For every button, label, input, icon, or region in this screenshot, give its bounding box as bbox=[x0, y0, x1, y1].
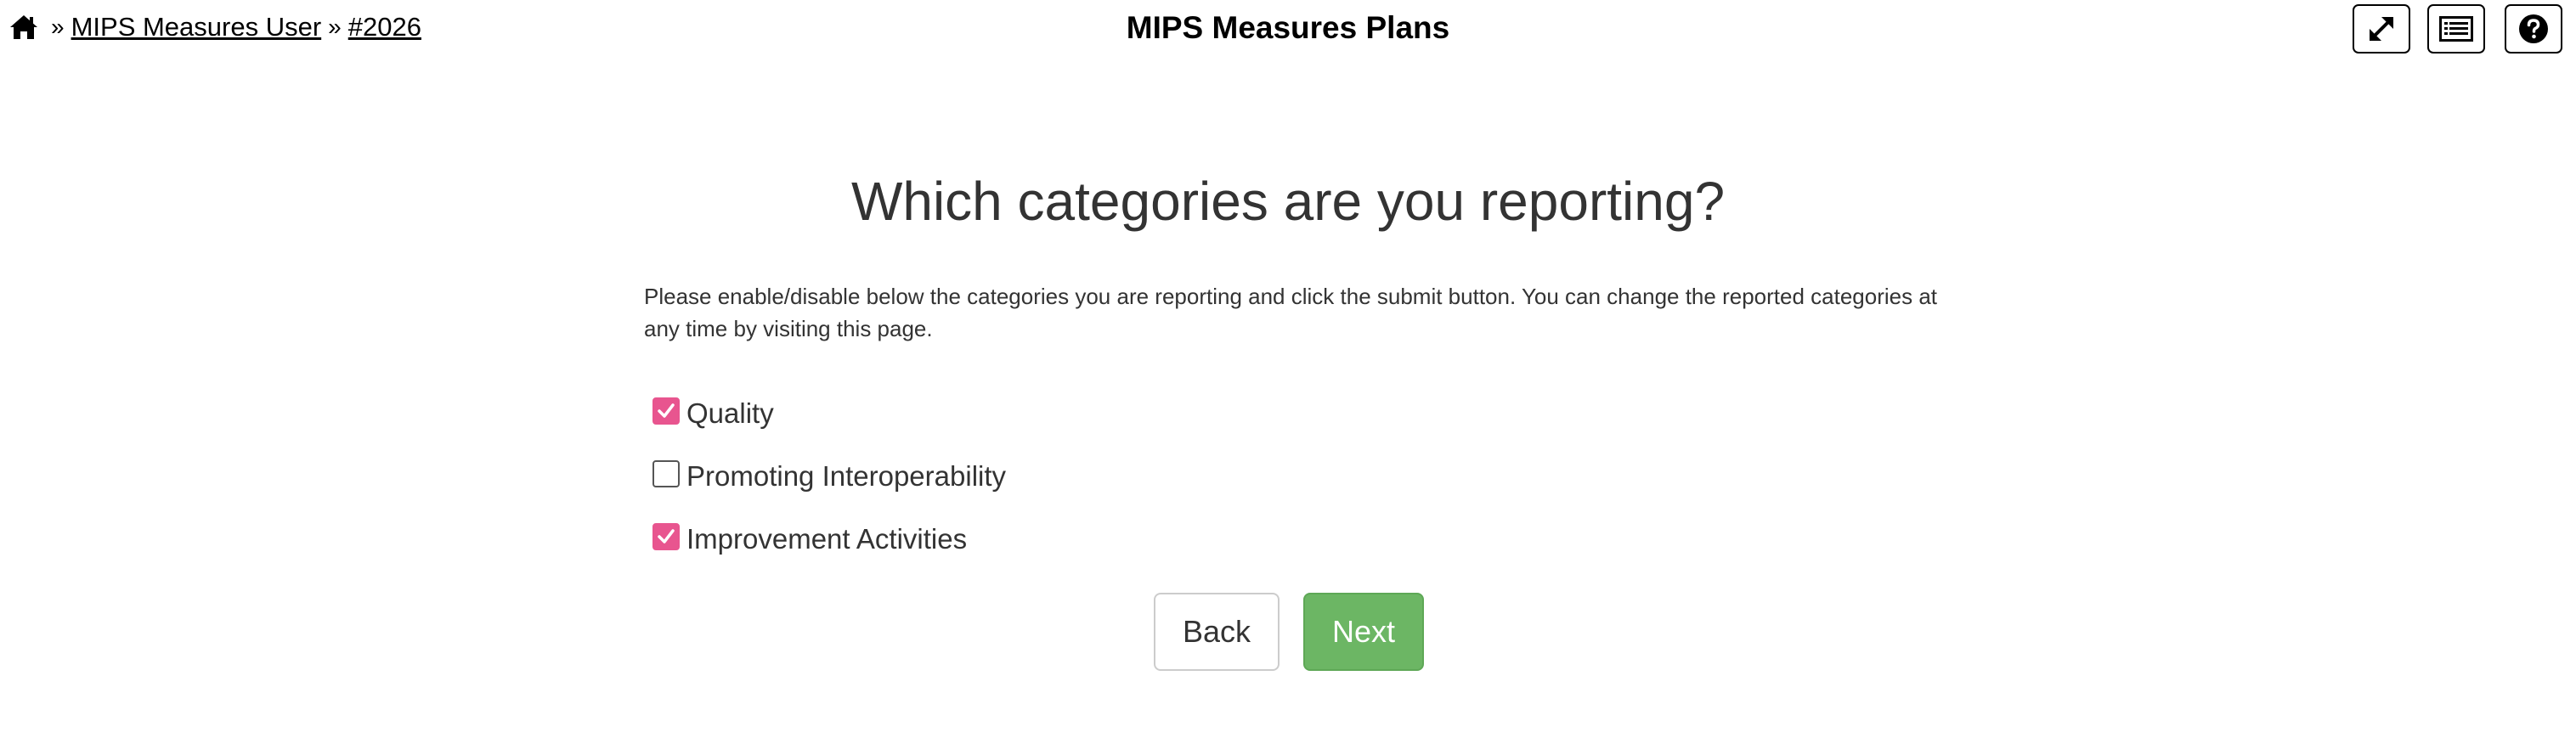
category-option-quality[interactable]: Quality bbox=[652, 392, 1006, 455]
breadcrumb: » MIPS Measures User » #2026 bbox=[8, 12, 421, 42]
top-bar: » MIPS Measures User » #2026 MIPS Measur… bbox=[0, 0, 2576, 68]
promoting-interoperability-checkbox[interactable] bbox=[652, 460, 680, 487]
category-option-improvement-activities[interactable]: Improvement Activities bbox=[652, 518, 1006, 581]
breadcrumb-link-user[interactable]: MIPS Measures User bbox=[71, 12, 322, 42]
main-heading: Which categories are you reporting? bbox=[850, 171, 1726, 232]
breadcrumb-separator: » bbox=[328, 14, 342, 40]
back-button[interactable]: Back bbox=[1154, 593, 1280, 671]
instructions-text: Please enable/disable below the categori… bbox=[644, 284, 1938, 341]
quality-checkbox[interactable] bbox=[652, 397, 680, 425]
list-view-button[interactable] bbox=[2427, 4, 2485, 54]
expand-icon bbox=[2370, 17, 2393, 41]
improvement-activities-checkbox[interactable] bbox=[652, 523, 680, 550]
help-icon bbox=[2519, 14, 2548, 43]
improvement-activities-label[interactable]: Improvement Activities bbox=[686, 518, 967, 560]
next-button[interactable]: Next bbox=[1303, 593, 1424, 671]
quality-label[interactable]: Quality bbox=[686, 392, 774, 435]
breadcrumb-link-plan[interactable]: #2026 bbox=[348, 12, 421, 42]
expand-button[interactable] bbox=[2353, 4, 2410, 54]
promoting-interoperability-label[interactable]: Promoting Interoperability bbox=[686, 455, 1006, 498]
category-option-promoting-interoperability[interactable]: Promoting Interoperability bbox=[652, 455, 1006, 518]
checkmark-icon bbox=[658, 529, 675, 543]
checkmark-icon bbox=[658, 403, 675, 418]
list-icon bbox=[2439, 16, 2473, 42]
help-button[interactable] bbox=[2505, 4, 2562, 54]
home-icon[interactable] bbox=[8, 14, 39, 41]
category-options: Quality Promoting Interoperability Impro… bbox=[652, 392, 1006, 581]
breadcrumb-separator: » bbox=[51, 14, 65, 40]
